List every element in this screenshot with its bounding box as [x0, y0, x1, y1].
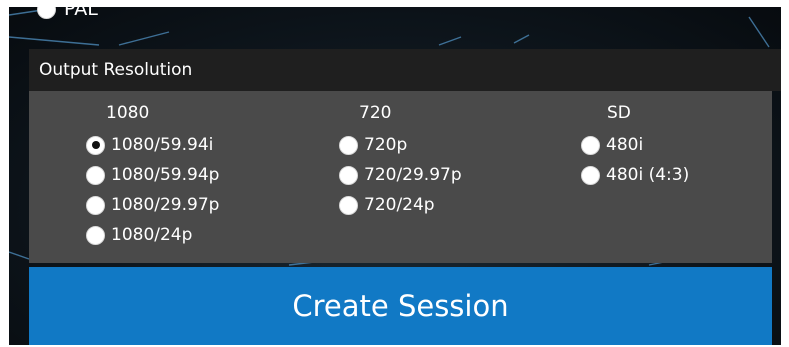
create-session-label: Create Session [292, 289, 509, 323]
option-label: 480i (4:3) [606, 165, 690, 185]
column-heading-720: 720 [359, 103, 392, 123]
option-1080-59-94p[interactable]: 1080/59.94p [86, 160, 219, 190]
option-label: 1080/59.94p [111, 165, 220, 185]
option-720-24p[interactable]: 720/24p [339, 190, 462, 220]
option-720p[interactable]: 720p [339, 130, 462, 160]
radio-720-29-97p[interactable] [339, 165, 358, 185]
radio-1080-24p[interactable] [86, 225, 105, 245]
option-480i-4-3[interactable]: 480i (4:3) [581, 160, 689, 190]
output-resolution-title: Output Resolution [39, 60, 193, 80]
pal-label: PAL [64, 7, 98, 20]
radio-selected-dot [91, 141, 100, 149]
radio-480i[interactable] [581, 135, 600, 155]
option-720-29-97p[interactable]: 720/29.97p [339, 160, 462, 190]
option-label: 720/24p [364, 195, 435, 215]
pal-radio[interactable] [37, 7, 56, 19]
option-1080-24p[interactable]: 1080/24p [86, 220, 219, 250]
output-resolution-header: Output Resolution [29, 49, 781, 91]
option-label: 480i [606, 135, 644, 155]
column-720: 720 720p 720/29.97p 720/24p [339, 103, 462, 220]
column-1080: 1080 1080/59.94i 1080/59.94p 1080/29.97p… [86, 103, 219, 250]
option-1080-29-97p[interactable]: 1080/29.97p [86, 190, 219, 220]
radio-1080-59-94i[interactable] [86, 135, 105, 155]
radio-1080-59-94p[interactable] [86, 165, 105, 185]
radio-720p[interactable] [339, 135, 358, 155]
option-label: 1080/59.94i [111, 135, 214, 155]
option-label: 1080/29.97p [111, 195, 220, 215]
output-resolution-panel: 1080 1080/59.94i 1080/59.94p 1080/29.97p… [29, 91, 772, 263]
option-label: 1080/24p [111, 225, 193, 245]
option-label: 720p [364, 135, 408, 155]
column-heading-sd: SD [607, 103, 631, 123]
radio-720-24p[interactable] [339, 195, 358, 215]
column-heading-1080: 1080 [106, 103, 150, 123]
pal-option[interactable]: PAL [37, 7, 98, 20]
radio-1080-29-97p[interactable] [86, 195, 105, 215]
option-1080-59-94i[interactable]: 1080/59.94i [86, 130, 219, 160]
create-session-button[interactable]: Create Session [29, 267, 772, 345]
option-label: 720/29.97p [364, 165, 462, 185]
radio-480i-4-3[interactable] [581, 165, 600, 185]
session-setup-window: PAL Output Resolution 1080 1080/59.94i 1… [9, 7, 781, 345]
option-480i[interactable]: 480i [581, 130, 689, 160]
column-sd: SD 480i 480i (4:3) [581, 103, 689, 190]
